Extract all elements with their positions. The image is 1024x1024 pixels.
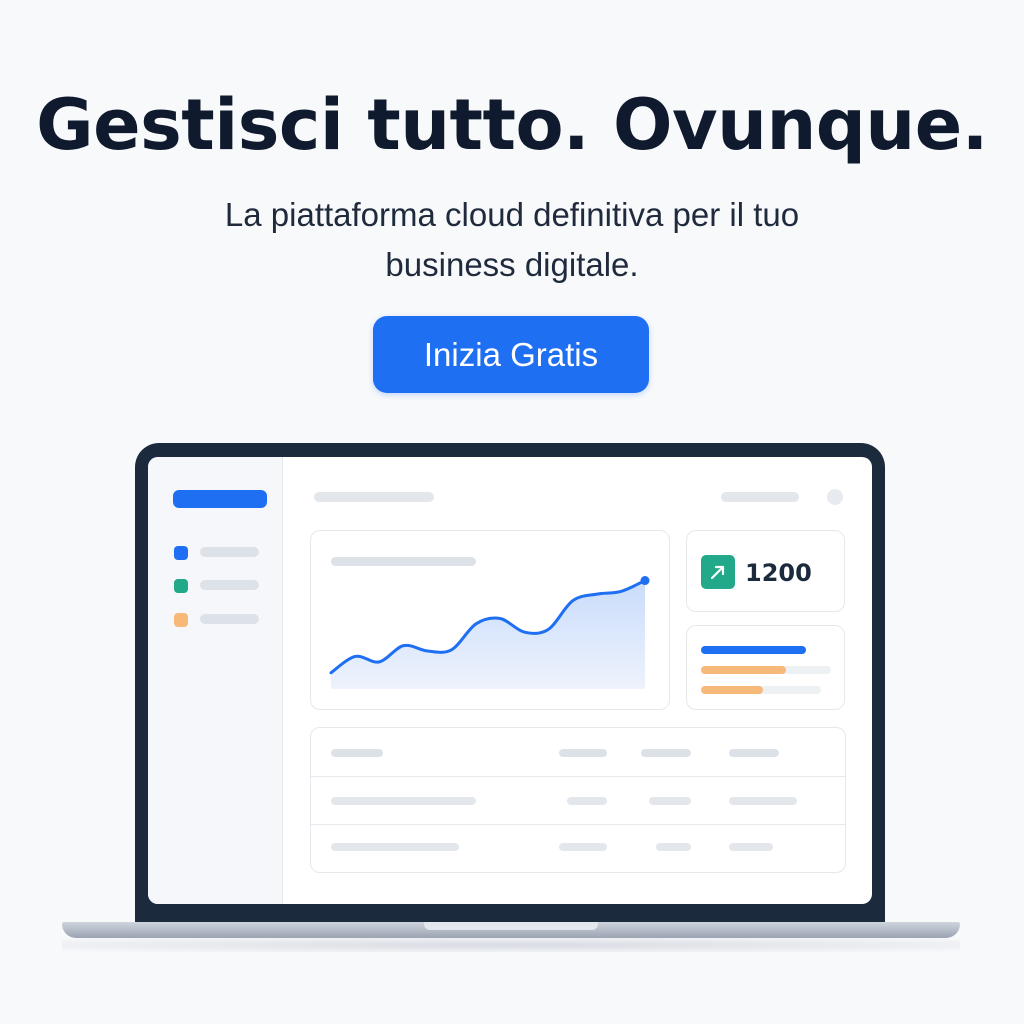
table-divider [311, 776, 845, 777]
table-divider [311, 824, 845, 825]
progress-bar-2 [701, 666, 786, 674]
table-cell [567, 797, 607, 805]
sidebar-item-dot-1[interactable] [174, 546, 188, 560]
table-cell [729, 843, 773, 851]
table-header-cell [559, 749, 607, 757]
sidebar-item-dot-2[interactable] [174, 579, 188, 593]
chart-area-fill [331, 580, 645, 689]
stat-card: 1200 [686, 530, 845, 612]
progress-bar-1 [701, 646, 806, 654]
table-cell [729, 797, 797, 805]
table-card [310, 727, 846, 873]
trend-up-icon [701, 555, 735, 589]
table-cell [331, 843, 459, 851]
start-free-button[interactable]: Inizia Gratis [373, 316, 649, 393]
chart-card [310, 530, 670, 710]
table-cell [649, 797, 691, 805]
hero-subtitle: La piattaforma cloud definitiva per il t… [224, 196, 800, 283]
table-cell [559, 843, 607, 851]
avatar[interactable] [827, 489, 843, 505]
progress-card [686, 625, 845, 710]
sidebar-logo-bar [173, 490, 267, 508]
sidebar [148, 457, 283, 904]
sidebar-item-2[interactable] [200, 580, 259, 590]
progress-bar-3 [701, 686, 763, 694]
table-cell [656, 843, 691, 851]
sidebar-item-dot-3[interactable] [174, 613, 188, 627]
chart-endpoint[interactable] [640, 576, 650, 586]
header-search-placeholder[interactable] [721, 492, 799, 502]
laptop-screen: 1200 [148, 457, 872, 904]
laptop-notch [424, 922, 598, 930]
table-cell [331, 797, 476, 805]
table-header-cell [641, 749, 691, 757]
sidebar-item-3[interactable] [200, 614, 259, 624]
header-title-placeholder [314, 492, 434, 502]
sidebar-item-1[interactable] [200, 547, 259, 557]
stat-value: 1200 [745, 559, 812, 587]
laptop-shadow [62, 938, 960, 952]
area-chart [329, 576, 650, 689]
hero-title: Gestisci tutto. Ovunque. [36, 84, 988, 166]
table-header-cell [331, 749, 383, 757]
table-header-cell [729, 749, 779, 757]
